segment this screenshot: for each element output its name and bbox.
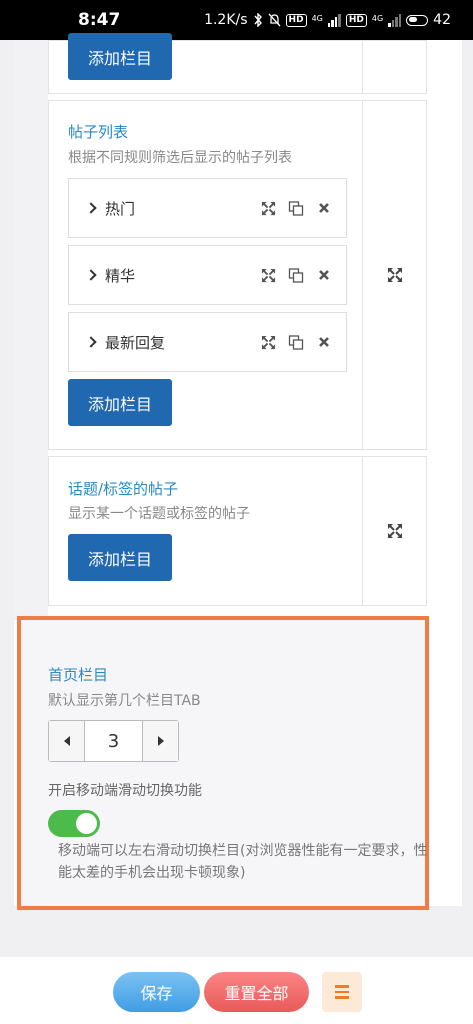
save-button[interactable]: 保存 [113, 972, 200, 1012]
close-icon[interactable] [316, 200, 332, 216]
chevron-right-icon [85, 202, 97, 214]
default-tab-stepper: 3 [48, 720, 179, 762]
list-item-label: 精华 [105, 266, 136, 285]
stepper-increment-button[interactable] [142, 721, 178, 761]
card-title-topic-posts: 话题/标签的帖子 [68, 480, 179, 498]
list-item[interactable]: 最新回复 [68, 312, 347, 372]
reset-all-button[interactable]: 重置全部 [204, 972, 309, 1012]
hd-badge-2: HD [345, 13, 367, 27]
lte-label-2: 4G [371, 14, 384, 23]
menu-icon [335, 985, 349, 988]
column-card-top-side [363, 40, 427, 94]
list-item-label: 最新回复 [105, 333, 166, 352]
list-item[interactable]: 热门 [68, 178, 347, 238]
status-right: 1.2K/s HD 4G HD 4G 42 [204, 12, 451, 28]
swipe-switch-toggle[interactable] [48, 810, 100, 837]
swipe-switch-help: 移动端可以左右滑动切换栏目(对浏览器性能有一定要求，性能太差的手机会出现卡顿现象… [58, 843, 428, 881]
list-item[interactable]: 精华 [68, 245, 347, 305]
caret-right-icon [157, 736, 164, 746]
bottom-action-bar: 保存 重置全部 [0, 957, 473, 1024]
battery-icon [406, 14, 429, 26]
lte-label-1: 4G [311, 14, 323, 23]
signal-icon-2 [388, 13, 402, 27]
expand-icon[interactable] [387, 523, 403, 539]
swipe-switch-label: 开启移动端滑动切换功能 [48, 783, 202, 799]
left-gutter [14, 40, 48, 620]
list-item-label: 热门 [105, 199, 136, 218]
expand-icon[interactable] [260, 334, 276, 350]
chevron-right-icon [85, 269, 97, 281]
bluetooth-icon [254, 13, 262, 27]
toggle-knob [76, 813, 97, 834]
card-title-post-list: 帖子列表 [68, 123, 129, 141]
expand-icon[interactable] [387, 267, 403, 283]
column-card-post-list: 帖子列表 根据不同规则筛选后显示的帖子列表 热门 精华 最新回复 添加栏目 [48, 100, 363, 450]
close-icon[interactable] [316, 334, 332, 350]
expand-icon[interactable] [260, 267, 276, 283]
copy-icon[interactable] [288, 267, 304, 283]
home-tab-settings: 首页栏目 默认显示第几个栏目TAB 3 开启移动端滑动切换功能 移动端可以左右滑… [17, 616, 429, 910]
status-time: 8:47 [78, 10, 121, 30]
chevron-right-icon [85, 336, 97, 348]
add-column-button-0[interactable]: 添加栏目 [68, 33, 172, 80]
column-card-topic-posts-side [363, 456, 427, 606]
expand-icon[interactable] [260, 200, 276, 216]
column-card-top: 添加栏目 [48, 33, 363, 94]
signal-icon-1 [327, 13, 341, 27]
copy-icon[interactable] [288, 334, 304, 350]
column-card-post-list-side [363, 100, 427, 450]
hd-badge-1: HD [285, 13, 307, 27]
home-tab-title: 首页栏目 [48, 666, 109, 684]
battery-level: 42 [433, 12, 451, 28]
add-column-button-topic-posts[interactable]: 添加栏目 [68, 534, 172, 581]
card-desc-post-list: 根据不同规则筛选后显示的帖子列表 [68, 150, 292, 166]
stepper-decrement-button[interactable] [49, 721, 85, 761]
mute-bell-icon [268, 13, 281, 27]
close-icon[interactable] [316, 267, 332, 283]
home-tab-desc: 默认显示第几个栏目TAB [48, 693, 201, 709]
caret-left-icon [63, 736, 70, 746]
net-speed: 1.2K/s [204, 12, 248, 28]
add-column-button-post-list[interactable]: 添加栏目 [68, 379, 172, 426]
stepper-value[interactable]: 3 [85, 721, 142, 761]
column-card-topic-posts: 话题/标签的帖子 显示某一个话题或标签的帖子 添加栏目 [48, 456, 363, 606]
card-desc-topic-posts: 显示某一个话题或标签的帖子 [68, 506, 250, 522]
menu-button[interactable] [322, 972, 362, 1012]
copy-icon[interactable] [288, 200, 304, 216]
